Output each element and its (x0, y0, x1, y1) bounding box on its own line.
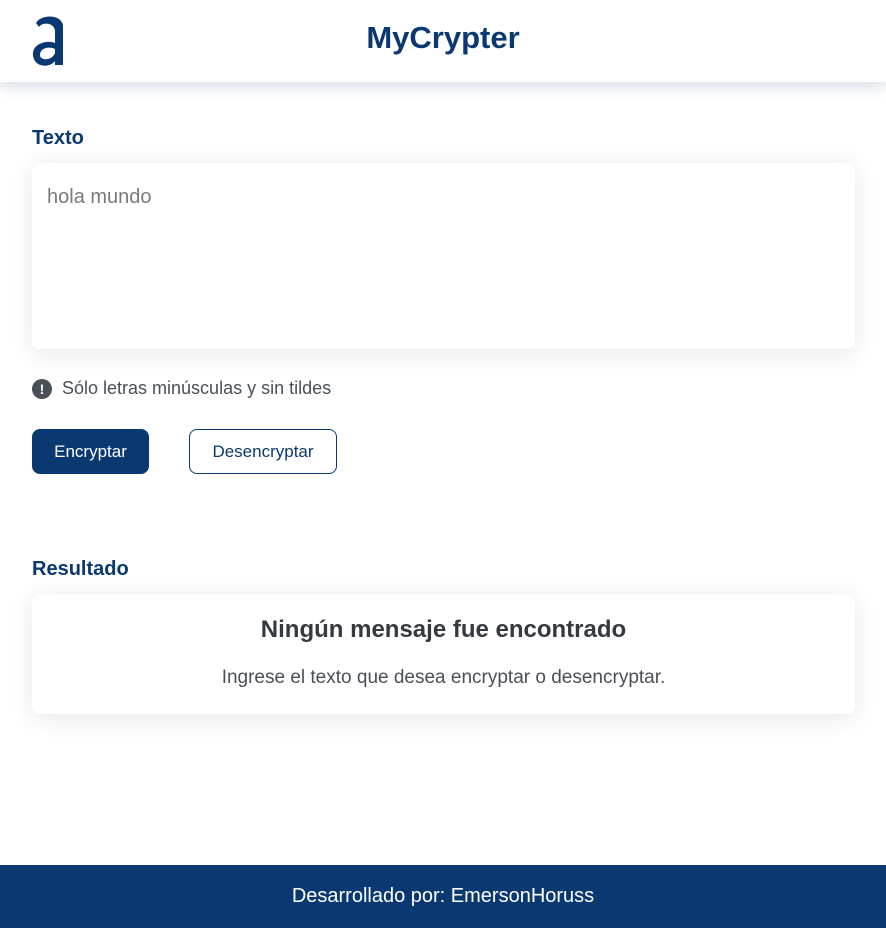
result-empty-subtitle: Ingrese el texto que desea encryptar o d… (221, 667, 666, 688)
result-empty-title: Ningún mensaje fue encontrado (260, 616, 627, 643)
app-root: MyCrypter Texto ! Sólo letras minúsculas… (0, 0, 886, 928)
app-footer: Desarrollado por: EmersonHoruss (0, 865, 886, 928)
warning-text: Sólo letras minúsculas y sin tildes (62, 378, 332, 398)
text-input[interactable] (32, 163, 855, 349)
text-section-label: Texto (32, 127, 84, 149)
app-header: MyCrypter (0, 0, 886, 82)
text-input-card (32, 163, 855, 349)
decrypt-button[interactable]: Desencryptar (189, 429, 337, 474)
footer-credit: Desarrollado por: EmersonHoruss (291, 885, 595, 907)
result-card: Ningún mensaje fue encontrado Ingrese el… (32, 594, 855, 714)
input-warning: ! Sólo letras minúsculas y sin tildes (32, 378, 331, 399)
result-section-label: Resultado (32, 558, 129, 580)
app-title: MyCrypter (366, 20, 520, 55)
exclamation-circle-icon: ! (32, 378, 52, 399)
encrypt-button[interactable]: Encryptar (32, 429, 149, 474)
